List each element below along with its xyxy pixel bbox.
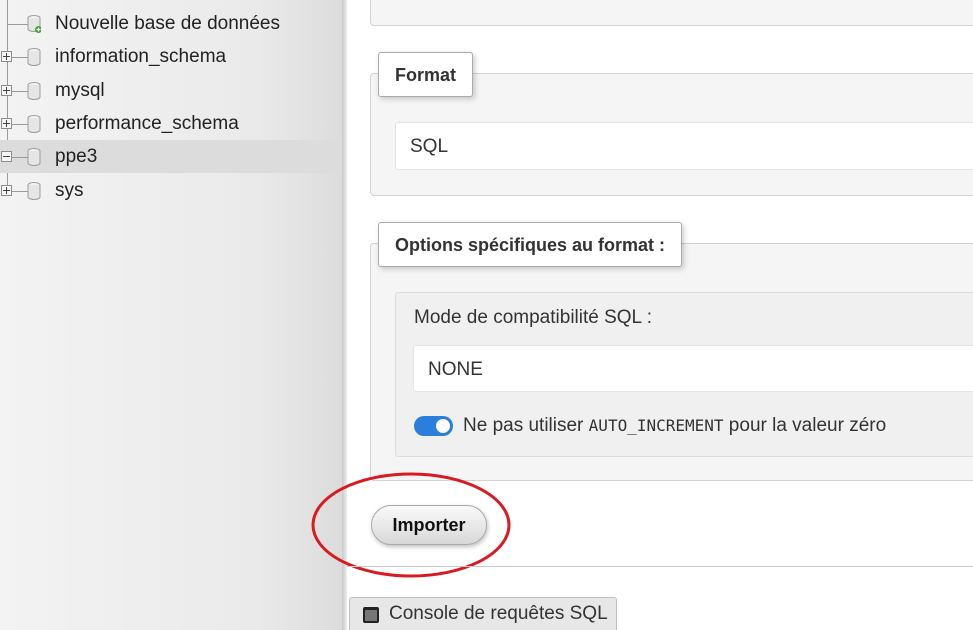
new-database-icon <box>27 14 41 33</box>
auto-increment-toggle[interactable] <box>414 416 453 436</box>
auto-increment-option-label[interactable]: Ne pas utiliser AUTO_INCREMENT pour la v… <box>463 415 886 437</box>
sidebar-item-information-schema[interactable]: information_schema <box>0 40 342 73</box>
sql-console-label: Console de requêtes SQL <box>389 603 608 624</box>
format-select[interactable]: SQL <box>395 122 973 170</box>
navigation-sidebar: Nouvelle base de données information_sch… <box>0 0 343 630</box>
import-panel: Format SQL Options spécifiques au format… <box>311 0 973 630</box>
sidebar-item-ppe3[interactable]: ppe3 <box>0 140 342 173</box>
format-legend: Format <box>378 52 474 97</box>
expand-plus-icon[interactable] <box>1 50 12 62</box>
sql-console-tab[interactable]: Console de requêtes SQL <box>349 597 617 630</box>
sidebar-item-sys[interactable]: sys <box>0 174 342 207</box>
sidebar-item-new-database[interactable]: Nouvelle base de données <box>0 7 342 40</box>
database-icon <box>27 81 41 100</box>
toggle-code-text: AUTO_INCREMENT <box>588 416 724 435</box>
toggle-text-after: pour la valeur zéro <box>723 415 887 436</box>
sidebar-item-label[interactable]: Nouvelle base de données <box>55 13 280 35</box>
database-icon <box>27 114 41 133</box>
toggle-text-before: Ne pas utiliser <box>463 415 589 436</box>
expand-plus-icon[interactable] <box>1 184 12 196</box>
format-options-legend: Options spécifiques au format : <box>378 222 683 267</box>
sidebar-item-label[interactable]: mysql <box>55 80 105 102</box>
sidebar-item-mysql[interactable]: mysql <box>0 74 342 107</box>
sidebar-item-label[interactable]: ppe3 <box>55 146 97 168</box>
console-icon <box>363 607 379 623</box>
sidebar-item-label[interactable]: performance_schema <box>55 113 239 135</box>
toggle-knob <box>436 419 450 433</box>
database-icon <box>27 147 41 166</box>
tree-connector <box>8 23 28 25</box>
database-icon <box>27 47 41 66</box>
format-select-value: SQL <box>410 136 449 157</box>
sidebar-item-label[interactable]: information_schema <box>55 46 226 68</box>
compatibility-mode-select[interactable]: NONE <box>413 345 973 392</box>
expand-plus-icon[interactable] <box>1 117 12 129</box>
sidebar-item-performance-schema[interactable]: performance_schema <box>0 107 342 140</box>
compatibility-mode-value: NONE <box>428 359 483 380</box>
sidebar-item-label[interactable]: sys <box>55 180 84 202</box>
collapse-minus-icon[interactable] <box>1 150 12 162</box>
previous-fieldset <box>370 0 973 26</box>
footer-separator <box>347 566 973 567</box>
database-icon <box>27 181 41 200</box>
compatibility-mode-label: Mode de compatibilité SQL : <box>414 307 652 328</box>
expand-plus-icon[interactable] <box>1 84 12 96</box>
